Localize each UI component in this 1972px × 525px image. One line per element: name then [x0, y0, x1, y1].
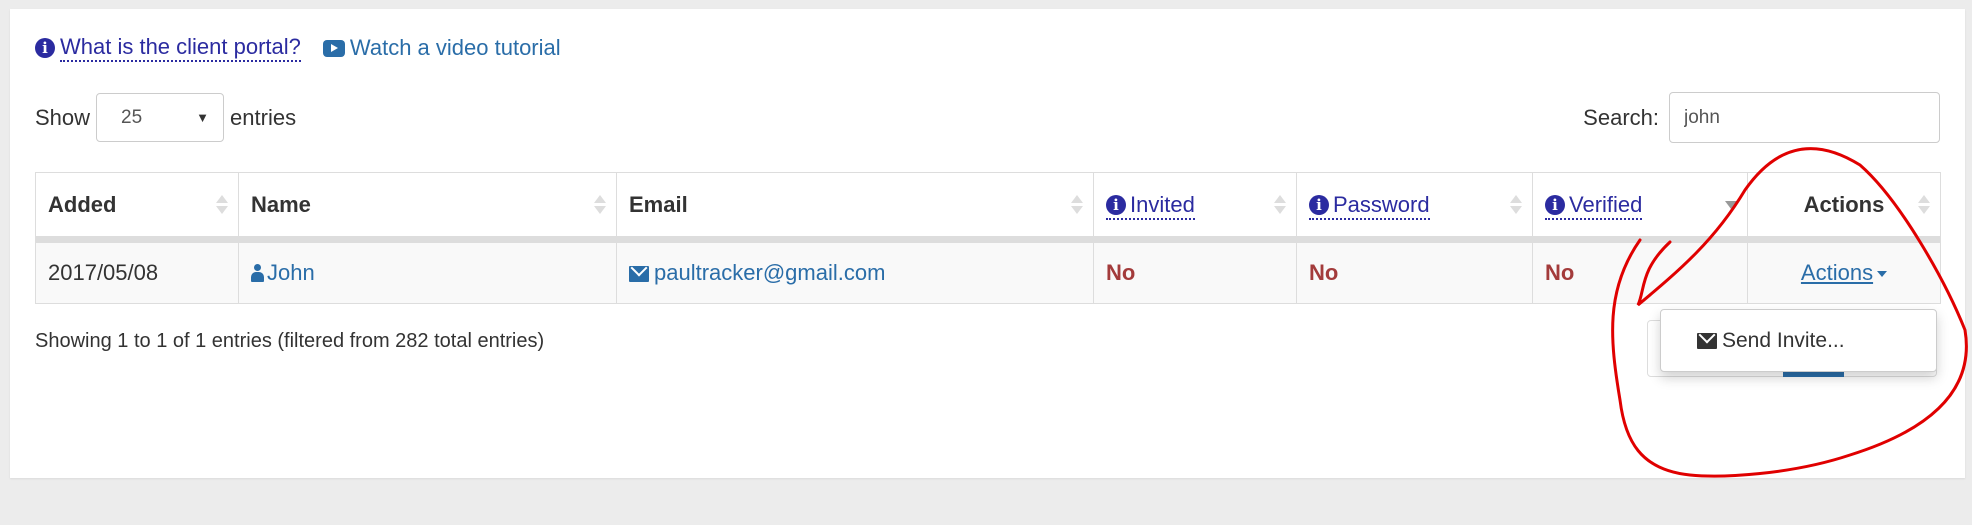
user-icon [251, 264, 264, 282]
help-links: i What is the client portal? Watch a vid… [35, 34, 561, 62]
client-portal-help-link[interactable]: i What is the client portal? [35, 34, 301, 62]
menu-item-send-invite[interactable]: Send Invite... [1660, 309, 1937, 372]
cell-email: paultracker@gmail.com [616, 239, 1094, 304]
column-header-verified[interactable]: i Verified [1532, 172, 1748, 243]
caret-down-icon [1877, 271, 1888, 278]
client-name-link[interactable]: John [251, 260, 315, 285]
cell-invited: No [1093, 239, 1297, 304]
column-header-name[interactable]: Name [238, 172, 617, 243]
sort-icon [1510, 195, 1522, 215]
sort-icon [1274, 195, 1286, 215]
search-control: Search: [1583, 92, 1940, 143]
info-circle-icon: i [1106, 194, 1126, 215]
search-label: Search: [1583, 104, 1659, 130]
cell-name: John [238, 239, 617, 304]
cell-actions: Actions [1747, 239, 1941, 304]
entries-length-control: Show 25 ▼ entries [35, 92, 296, 143]
actions-dropdown-button[interactable]: Actions [1760, 260, 1928, 286]
info-circle-icon: i [1309, 194, 1329, 215]
info-circle-icon: i [35, 38, 55, 58]
envelope-icon [629, 266, 649, 282]
video-tutorial-link[interactable]: Watch a video tutorial [322, 35, 561, 61]
youtube-play-icon [322, 39, 345, 57]
column-header-added[interactable]: Added [35, 172, 239, 243]
column-header-actions[interactable]: Actions [1747, 172, 1941, 243]
cell-added: 2017/05/08 [35, 239, 239, 304]
clients-table: Added Name Email i Invited i Password i Ver… [35, 172, 1941, 304]
entries-label: entries [230, 104, 297, 130]
sort-icon [594, 195, 606, 215]
envelope-icon [1697, 332, 1717, 349]
search-input[interactable] [1669, 92, 1940, 143]
column-header-invited[interactable]: i Invited [1093, 172, 1297, 243]
sort-desc-icon [1725, 195, 1737, 215]
sort-icon [216, 195, 228, 215]
cell-verified: No [1532, 239, 1748, 304]
column-header-password[interactable]: i Password [1296, 172, 1533, 243]
cell-password: No [1296, 239, 1533, 304]
table-row: 2017/05/08 John paultracker@gmail.com No… [35, 239, 1941, 304]
sort-icon [1918, 195, 1930, 215]
show-label: Show [35, 104, 91, 130]
entries-per-page-select[interactable]: 25 ▼ [96, 93, 225, 142]
sort-icon [1071, 195, 1083, 215]
table-info: Showing 1 to 1 of 1 entries (filtered fr… [35, 330, 545, 352]
info-circle-icon: i [1545, 194, 1565, 215]
column-header-email[interactable]: Email [616, 172, 1094, 243]
dropdown-arrow-icon: ▼ [196, 110, 210, 125]
client-email-link[interactable]: paultracker@gmail.com [629, 260, 885, 285]
